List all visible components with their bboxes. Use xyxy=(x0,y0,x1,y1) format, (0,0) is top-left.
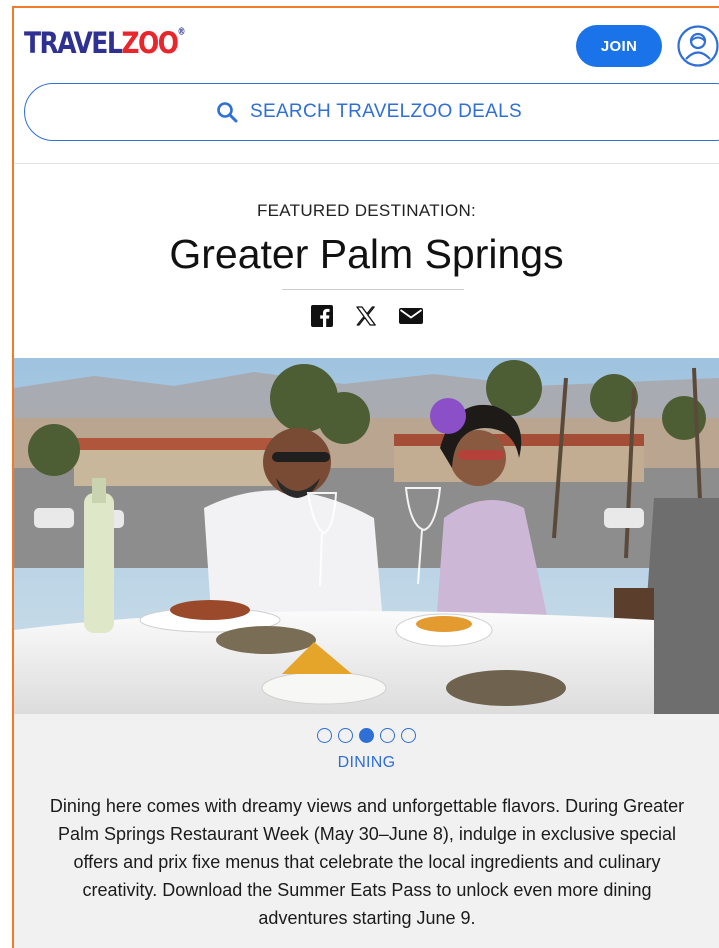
join-button[interactable]: JOIN xyxy=(576,25,662,67)
site-header: TRAVELZOO® JOIN xyxy=(22,20,719,80)
search-icon xyxy=(217,102,238,123)
carousel-dot[interactable] xyxy=(338,728,353,743)
share-bar xyxy=(14,305,719,327)
x-icon[interactable] xyxy=(355,305,377,327)
travelzoo-logo[interactable]: TRAVELZOO® xyxy=(24,26,185,60)
header-divider xyxy=(14,163,719,164)
search-label: SEARCH TRAVELZOO DEALS xyxy=(250,101,522,122)
slide-category-label[interactable]: DINING xyxy=(14,754,719,772)
carousel-dot[interactable] xyxy=(317,728,332,743)
featured-eyebrow: FEATURED DESTINATION: xyxy=(256,201,477,220)
carousel-dot[interactable] xyxy=(380,728,395,743)
user-account-icon[interactable] xyxy=(676,24,719,68)
title-divider xyxy=(282,289,464,290)
carousel-caption-panel: DINING Dining here comes with dreamy vie… xyxy=(14,714,719,948)
carousel-pagination xyxy=(14,728,719,743)
facebook-icon[interactable] xyxy=(310,305,333,327)
search-deals-bar[interactable]: SEARCH TRAVELZOO DEALS xyxy=(24,83,719,141)
carousel-dot[interactable] xyxy=(359,728,374,743)
carousel-dot[interactable] xyxy=(401,728,416,743)
destination-title: Greater Palm Springs xyxy=(169,231,564,277)
destination-hero-image[interactable] xyxy=(14,358,719,714)
email-icon[interactable] xyxy=(398,307,423,325)
dining-couple-photo xyxy=(14,358,719,714)
slide-description: Dining here comes with dreamy views and … xyxy=(49,796,685,928)
